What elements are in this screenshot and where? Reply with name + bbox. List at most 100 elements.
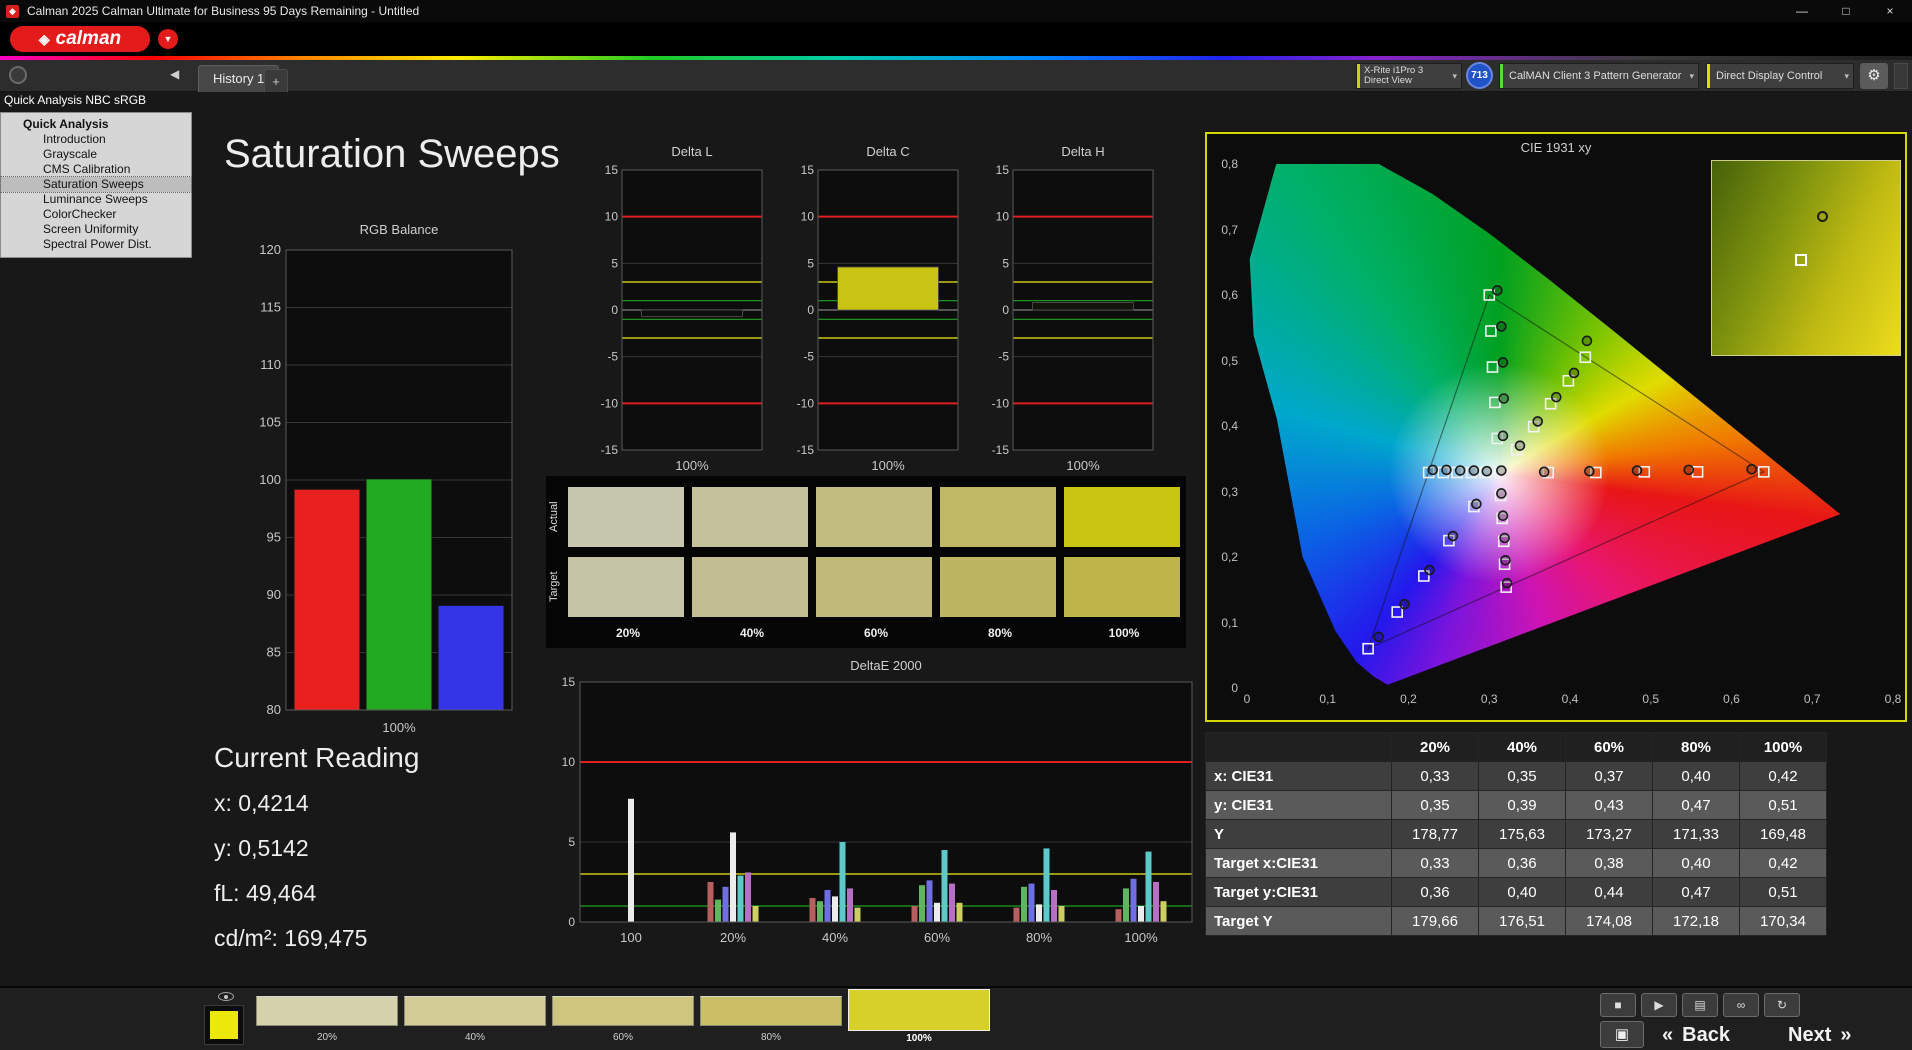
add-tab-button[interactable]: + [264,69,288,92]
tree-root-quick-analysis[interactable]: Quick Analysis [1,116,191,132]
cie-1931-panel[interactable]: CIE 1931 xy 0 0,1 0,2 0,3 0,4 0,5 0,6 0,7 0,8 0 0… [1205,132,1907,722]
deltae-bar [1013,907,1020,922]
tick-label: 40% [822,930,848,945]
sidebar-item-saturation-sweeps[interactable]: Saturation Sweeps [0,176,192,193]
table-column-header: 80% [1652,732,1740,762]
cie-zoom-inset [1711,160,1901,356]
workspace-menu-button[interactable] [9,66,27,84]
pattern-swatch-color [700,996,842,1026]
current-pattern-swatch[interactable] [204,1005,244,1045]
table-row-header: Target Y [1205,906,1392,936]
calman-logo[interactable]: ◈ calman [10,26,150,52]
sidebar-item-cms-calibration[interactable]: CMS Calibration [1,162,191,177]
meter-dropdown[interactable]: X-Rite i1Pro 3 Direct View ▾ [1356,63,1462,89]
tick-label: 110 [260,357,281,372]
delta-l-plot: -15 -10 -5 0 5 10 15 100% [601,163,763,473]
table-cell: 0,33 [1391,848,1479,878]
play-button[interactable]: ▶ [1641,993,1677,1017]
minimize-button[interactable]: — [1780,0,1824,22]
pattern-swatch-40[interactable]: 40% [404,996,546,1043]
table-cell: 0,36 [1478,848,1566,878]
panel-toggle-strip[interactable] [1894,63,1908,89]
cie-xtick: 0,1 [1319,692,1337,706]
pattern-swatch-80[interactable]: 80% [700,996,842,1043]
table-cell: 170,34 [1739,906,1827,936]
deltae-bar [737,875,744,922]
sidebar-item-screen-uniformity[interactable]: Screen Uniformity [1,222,191,237]
source-dropdown[interactable]: CalMAN Client 3 Pattern Generator ▾ [1499,63,1699,89]
delta-l-bar [641,309,743,317]
logo-menu-button[interactable]: ▼ [158,29,178,49]
tick-label: 10 [605,210,619,224]
deltae-bar [824,890,831,922]
tick-label: 5 [807,256,814,270]
delta-h-plot: -15 -10 -5 0 5 10 15 100% [992,163,1154,473]
target-swatch [816,557,932,617]
stop-button[interactable]: ■ [1600,993,1636,1017]
table-cell: 172,18 [1652,906,1740,936]
cie-ytick: 0,1 [1221,615,1238,630]
display-dropdown[interactable]: Direct Display Control ▾ [1706,63,1854,89]
table-cell: 0,44 [1565,877,1653,907]
pattern-swatch-60[interactable]: 60% [552,996,694,1043]
cie-measured-marker [1497,510,1509,522]
cie-measured-marker [1496,488,1507,499]
deltae-bar [1138,906,1144,922]
sidebar-item-spectral-power-dist-[interactable]: Spectral Power Dist. [1,237,191,252]
table-cell: 0,38 [1565,848,1653,878]
sidebar-item-colorchecker[interactable]: ColorChecker [1,207,191,222]
close-button[interactable]: × [1868,0,1912,22]
deltae-bar [1043,848,1050,922]
table-cell: 0,51 [1739,877,1827,907]
save-button[interactable]: ▤ [1682,993,1718,1017]
tick-label: 120 [259,242,281,257]
deltae-bar [832,896,838,922]
deltae-bar [1160,901,1167,922]
tick-label: 5 [568,835,575,849]
meter-badge[interactable]: 713 [1466,62,1493,89]
pattern-swatch-20[interactable]: 20% [256,996,398,1043]
deltae-bar [911,906,918,922]
pattern-window-button[interactable]: ▣ [1600,1021,1644,1048]
table-column-header: 100% [1739,732,1827,762]
maximize-button[interactable]: □ [1824,0,1868,22]
tick-label: 10 [996,210,1010,224]
table-row: Target y:CIE31 0,36 0,40 0,44 0,47 0,51 [1205,877,1827,907]
cie-measured-marker [1454,465,1466,476]
table-cell: 0,40 [1478,877,1566,907]
cie-xtick: 0,3 [1480,692,1498,706]
back-button[interactable]: « Back [1662,1021,1730,1049]
cie-xtick: 0,5 [1642,692,1660,706]
current-pattern-color [210,1011,238,1039]
loop-button[interactable]: ↻ [1764,993,1800,1017]
tick-label: -10 [601,396,619,410]
pattern-swatch-100[interactable]: 100% [848,989,990,1044]
cie-ytick: 0,2 [1221,550,1238,564]
cie-measured-marker [1471,498,1482,510]
table-cell: 178,77 [1391,819,1479,849]
gamut-triangle [1367,294,1766,650]
deltae-bar [1130,878,1137,922]
table-corner [1205,732,1392,762]
sidebar-item-grayscale[interactable]: Grayscale [1,147,191,162]
deltae-bar [1123,888,1129,922]
cie-measured-marker [1499,532,1510,544]
table-cell: 0,33 [1391,761,1479,791]
tick-label: 100% [382,720,416,735]
deltae-bar [1153,882,1159,922]
swatch-column-labels: 20% 40% 60% 80% 100% [548,626,1186,640]
sidebar-item-introduction[interactable]: Introduction [1,132,191,147]
cie-measured-marker [1373,631,1384,643]
next-button[interactable]: Next » [1788,1021,1851,1049]
link-button[interactable]: ∞ [1723,993,1759,1017]
cie-measured-marker [1496,465,1507,476]
sidebar-collapse-icon[interactable]: ◀ [170,67,179,81]
gear-icon[interactable]: ⚙ [1860,63,1888,89]
cie-measured-marker [1581,335,1593,347]
deltae-bar [949,883,955,922]
sidebar-item-luminance-sweeps[interactable]: Luminance Sweeps [1,192,191,207]
eye-icon[interactable] [212,989,240,1004]
tick-label: 115 [260,300,281,315]
app-icon: ◆ [6,4,19,18]
deltae-bar [956,902,963,922]
